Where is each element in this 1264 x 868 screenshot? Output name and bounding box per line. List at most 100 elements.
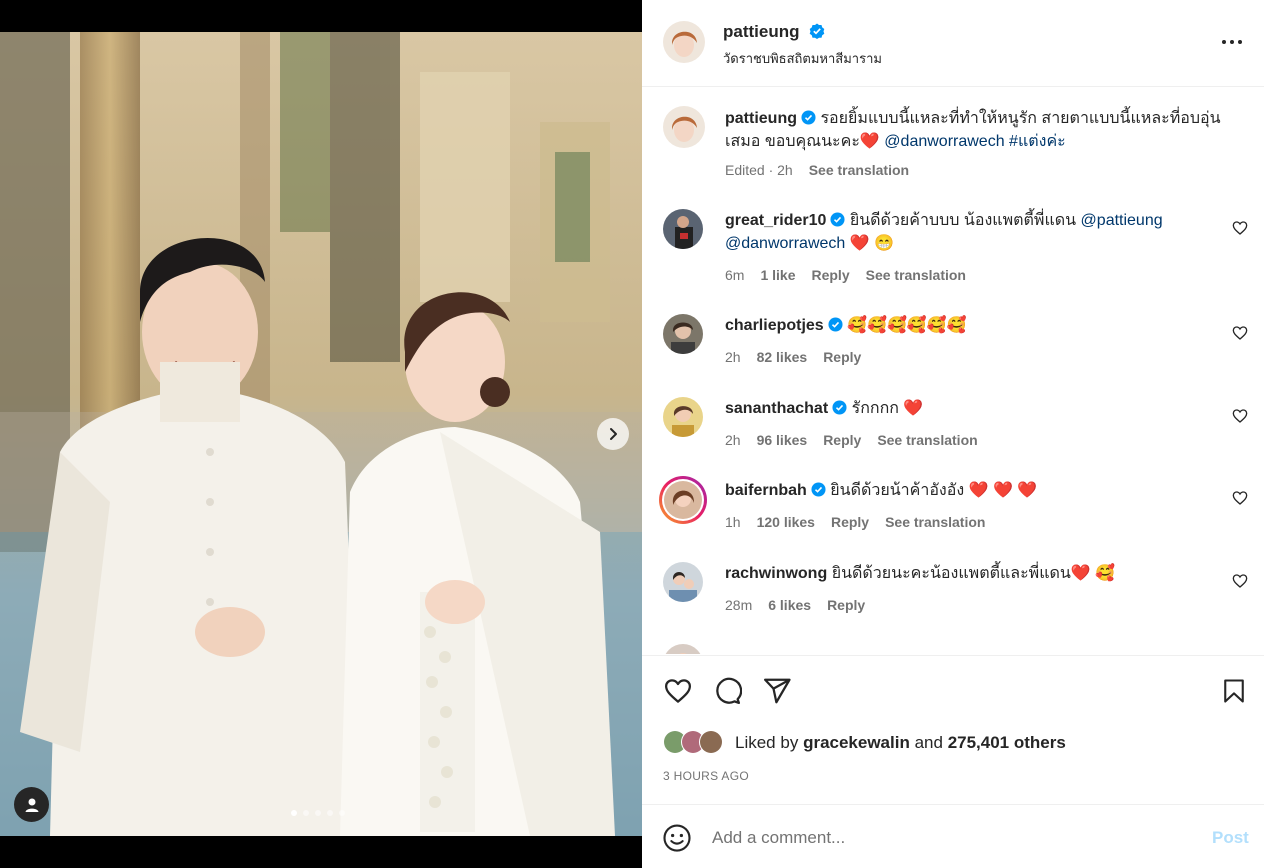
reply-button[interactable]: Reply: [831, 514, 869, 530]
verified-badge-icon: [828, 317, 843, 332]
comment-meta: 28m 6 likes Reply: [725, 597, 865, 613]
wedding-photo: [0, 32, 642, 836]
comment-avatar[interactable]: [663, 209, 703, 249]
comment-emoji: ❤️: [903, 400, 924, 417]
save-bookmark-icon[interactable]: [1220, 676, 1248, 706]
carousel-indicator: [291, 810, 345, 816]
caption-mention[interactable]: @danworrawech: [884, 133, 1004, 150]
carousel-dot: [303, 810, 309, 816]
comment-meta: 2h 96 likes Reply See translation: [725, 432, 978, 448]
comment-username[interactable]: charliepotjes: [725, 317, 824, 334]
user-icon: [25, 798, 38, 812]
caption-meta: Edited · 2h See translation: [725, 162, 909, 178]
comment-likes[interactable]: 120 likes: [757, 514, 815, 530]
like-comment-heart-icon[interactable]: [1232, 220, 1248, 236]
comment-meta: 2h 82 likes Reply: [725, 349, 861, 365]
caption-edited-time: Edited · 2h: [725, 162, 793, 178]
post-comment-button[interactable]: Post: [1212, 828, 1249, 848]
comment-text: รักกกก: [851, 400, 899, 417]
post-caption: pattieung รอยยิ้มแบบนี้แหละที่ทำให้หนูรั…: [725, 107, 1225, 153]
comment-time: 6m: [725, 267, 745, 283]
comment-avatar-story-ring[interactable]: [659, 476, 707, 524]
liked-by-avatars[interactable]: [662, 729, 732, 755]
verified-badge-icon: [801, 110, 816, 125]
like-comment-heart-icon[interactable]: [1232, 490, 1248, 506]
post-media: [0, 0, 642, 868]
post-header: pattieung วัดราชบพิธสถิตมหาสีมาราม: [642, 0, 1264, 87]
verified-badge-icon: [809, 23, 825, 39]
comment-text-row: great_rider10 ยินดีด้วยค้าบบบ น้องแพตตี้…: [725, 209, 1215, 255]
comment-likes[interactable]: 1 like: [760, 267, 795, 283]
post-location[interactable]: วัดราชบพิธสถิตมหาสีมาราม: [723, 48, 882, 69]
see-translation-link[interactable]: See translation: [866, 267, 966, 283]
verified-badge-icon: [832, 400, 847, 415]
see-translation-link[interactable]: See translation: [877, 432, 977, 448]
verified-badge-icon: [811, 482, 826, 497]
post-timestamp[interactable]: 3 HOURS AGO: [663, 769, 749, 783]
like-heart-icon[interactable]: [663, 676, 693, 706]
caption-avatar[interactable]: [663, 106, 705, 148]
comment-avatar[interactable]: [663, 644, 703, 654]
more-options-icon[interactable]: [1220, 30, 1244, 54]
comment-time: 2h: [725, 349, 741, 365]
comment-meta: 6m 1 like Reply See translation: [725, 267, 966, 283]
like-comment-heart-icon[interactable]: [1232, 325, 1248, 341]
verified-badge-icon: [830, 212, 845, 227]
emoji-picker-icon[interactable]: [662, 823, 692, 853]
comment-username[interactable]: sananthachat: [725, 400, 828, 417]
comment-text: ยินดีด้วยนะคะน้องแพตตี้และพี่แดน: [831, 565, 1071, 582]
liked-by-others[interactable]: 275,401 others: [948, 733, 1066, 752]
author-avatar[interactable]: [663, 21, 705, 63]
carousel-dot: [339, 810, 345, 816]
liked-by-user[interactable]: gracekewalin: [803, 733, 910, 752]
post-sidebar: pattieung วัดราชบพิธสถิตมหาสีมาราม patti…: [642, 0, 1264, 868]
comment-text-row: charliepotjes 🥰🥰🥰🥰🥰🥰: [725, 314, 1215, 337]
comment-avatar[interactable]: [663, 314, 703, 354]
reply-button[interactable]: Reply: [811, 267, 849, 283]
carousel-dot: [315, 810, 321, 816]
share-send-icon[interactable]: [762, 676, 792, 706]
comment-likes[interactable]: 82 likes: [757, 349, 808, 365]
comment-input[interactable]: [712, 824, 1182, 852]
next-slide-button[interactable]: [597, 418, 629, 450]
comment-avatar[interactable]: [663, 397, 703, 437]
post-photo[interactable]: [0, 32, 642, 836]
reply-button[interactable]: Reply: [827, 597, 865, 613]
comment-time: 1h: [725, 514, 741, 530]
reply-button[interactable]: Reply: [823, 349, 861, 365]
comment-time: 28m: [725, 597, 753, 613]
comment-username[interactable]: baifernbah: [725, 482, 807, 499]
caption-hashtag[interactable]: #แต่งค่ะ: [1009, 133, 1066, 150]
tagged-users-button[interactable]: [14, 787, 49, 822]
comment-text: ยินดีด้วยน้าค้าอังอัง: [830, 482, 965, 499]
comment-meta: 1h 120 likes Reply See translation: [725, 514, 985, 530]
comment-likes[interactable]: 96 likes: [757, 432, 808, 448]
comment-emoji: 🥰🥰🥰🥰🥰🥰: [847, 317, 967, 334]
comment-username[interactable]: great_rider10: [725, 212, 826, 229]
add-comment-bar: Post: [642, 806, 1264, 868]
liked-by-and: and: [914, 733, 943, 752]
comment-text-row: baifernbah ยินดีด้วยน้าค้าอังอัง ❤️ ❤️ ❤…: [725, 479, 1215, 502]
reply-button[interactable]: Reply: [823, 432, 861, 448]
carousel-dot: [327, 810, 333, 816]
author-username[interactable]: pattieung: [723, 22, 800, 42]
comment-bubble-icon[interactable]: [712, 676, 742, 706]
see-translation-link[interactable]: See translation: [885, 514, 985, 530]
comment-time: 2h: [725, 432, 741, 448]
like-comment-heart-icon[interactable]: [1232, 408, 1248, 424]
liked-by-prefix: Liked by: [735, 733, 799, 752]
like-comment-heart-icon[interactable]: [1232, 573, 1248, 589]
comments-list[interactable]: pattieung รอยยิ้มแบบนี้แหละที่ทำให้หนูรั…: [642, 88, 1264, 654]
comment-likes[interactable]: 6 likes: [768, 597, 811, 613]
comment-emoji: ❤️ 🥰: [1070, 565, 1116, 582]
comment-emoji: ❤️ ❤️ ❤️: [968, 482, 1038, 499]
comment-username[interactable]: rachwinwong: [725, 565, 827, 582]
post-actions: Liked by gracekewalin and 275,401 others…: [642, 655, 1264, 805]
caption-username[interactable]: pattieung: [725, 110, 797, 127]
comment-text-row: rachwinwong ยินดีด้วยนะคะน้องแพตตี้และพี…: [725, 562, 1215, 585]
carousel-dot-active: [291, 810, 297, 816]
see-translation-link[interactable]: See translation: [809, 162, 909, 178]
comment-avatar[interactable]: [663, 562, 703, 602]
chevron-right-icon: [610, 428, 617, 440]
comment-text-row: sananthachat รักกกก ❤️: [725, 397, 1215, 420]
